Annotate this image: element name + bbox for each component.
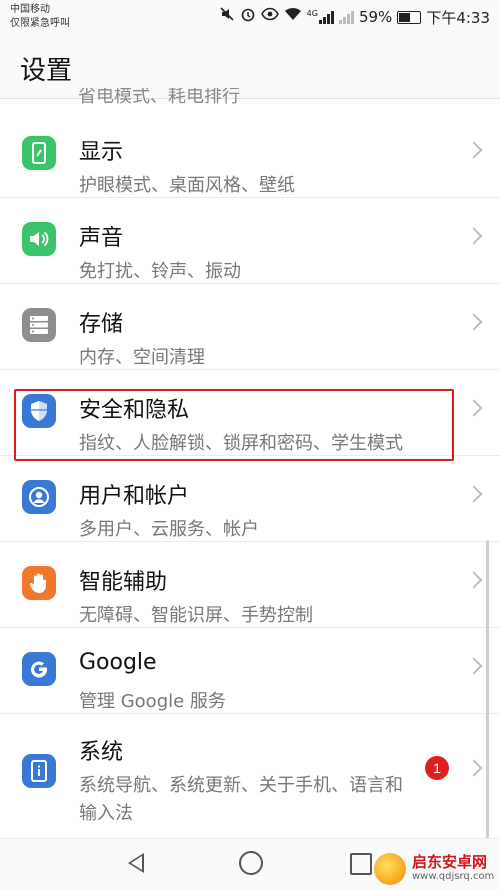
settings-item-system[interactable]: 系统 系统导航、系统更新、关于手机、语言和输入法 1 xyxy=(0,714,500,826)
status-bar: 中国移动 仅限紧急呼叫 4G 59% 下午4:33 xyxy=(0,0,500,36)
watermark-logo-icon xyxy=(374,852,406,885)
home-icon[interactable] xyxy=(239,851,263,875)
chevron-right-icon xyxy=(465,571,483,589)
chevron-right-icon xyxy=(465,759,483,777)
back-icon[interactable] xyxy=(128,853,144,873)
watermark-name: 启东安卓网 xyxy=(412,853,488,871)
page-title: 设置 xyxy=(20,56,73,86)
partial-list-item[interactable]: 省电模式、耗电排行 xyxy=(78,88,240,106)
battery-icon xyxy=(397,10,422,24)
wifi-icon xyxy=(284,7,302,27)
clock: 下午4:33 xyxy=(426,8,490,27)
signal-icon-2 xyxy=(338,10,354,24)
scrollbar[interactable] xyxy=(486,540,489,840)
item-subtitle: 系统导航、系统更新、关于手机、语言和输入法 xyxy=(79,775,403,824)
mute-icon xyxy=(219,6,235,28)
item-title: 显示 xyxy=(79,140,124,165)
item-title: 存储 xyxy=(79,312,124,337)
item-title: Google xyxy=(79,650,157,675)
user-icon xyxy=(22,480,56,514)
chevron-right-icon xyxy=(465,141,483,159)
partial-item-subtitle: 省电模式、耗电排行 xyxy=(78,88,240,106)
settings-item-storage[interactable]: 存储 内存、空间清理 xyxy=(0,284,500,370)
item-subtitle: 无障碍、智能识屏、手势控制 xyxy=(79,605,313,626)
chevron-right-icon xyxy=(465,313,483,331)
watermark: 启东安卓网 www.qdjsrq.com xyxy=(374,848,500,889)
eye-icon xyxy=(260,7,279,27)
system-info-icon xyxy=(22,754,56,788)
watermark-url: www.qdjsrq.com xyxy=(412,871,495,882)
settings-item-google[interactable]: Google 管理 Google 服务 xyxy=(0,628,500,714)
watermark-text: 启东安卓网 www.qdjsrq.com xyxy=(412,854,494,883)
hand-icon xyxy=(22,566,56,600)
item-subtitle: 免打扰、铃声、振动 xyxy=(79,261,241,282)
notification-badge: 1 xyxy=(425,756,449,780)
settings-list: 显示 护眼模式、桌面风格、壁纸 声音 免打扰、铃声、振动 存储 内存、空间清理 … xyxy=(0,112,500,826)
item-title: 智能辅助 xyxy=(79,570,168,595)
settings-item-smart-assistance[interactable]: 智能辅助 无障碍、智能识屏、手势控制 xyxy=(0,542,500,628)
storage-icon xyxy=(22,308,56,342)
carrier-info: 中国移动 仅限紧急呼叫 xyxy=(10,3,70,31)
item-title: 用户和帐户 xyxy=(79,484,190,509)
carrier-name: 中国移动 xyxy=(10,4,50,15)
carrier-status: 仅限紧急呼叫 xyxy=(10,18,70,29)
item-subtitle: 多用户、云服务、帐户 xyxy=(79,519,259,540)
network-type: 4G xyxy=(306,9,318,18)
display-icon xyxy=(22,136,56,170)
item-subtitle: 护眼模式、桌面风格、壁纸 xyxy=(79,175,295,196)
speaker-icon xyxy=(22,222,56,256)
google-icon xyxy=(22,652,56,686)
app-header: 设置 xyxy=(0,36,500,99)
item-subtitle: 管理 Google 服务 xyxy=(79,691,226,712)
settings-item-sound[interactable]: 声音 免打扰、铃声、振动 xyxy=(0,198,500,284)
chevron-right-icon xyxy=(465,399,483,417)
item-title: 声音 xyxy=(79,226,124,251)
chevron-right-icon xyxy=(465,657,483,675)
recent-apps-icon[interactable] xyxy=(350,853,372,875)
settings-item-users-accounts[interactable]: 用户和帐户 多用户、云服务、帐户 xyxy=(0,456,500,542)
item-subtitle: 内存、空间清理 xyxy=(79,347,205,368)
signal-icon: 4G xyxy=(307,10,334,24)
highlight-box xyxy=(14,389,454,461)
item-title: 系统 xyxy=(79,740,124,765)
battery-percent: 59% xyxy=(358,8,393,26)
chevron-right-icon xyxy=(465,227,483,245)
settings-item-display[interactable]: 显示 护眼模式、桌面风格、壁纸 xyxy=(0,112,500,198)
status-icons: 4G 59% 下午4:33 xyxy=(219,7,490,27)
alarm-icon xyxy=(240,6,256,28)
chevron-right-icon xyxy=(465,485,483,503)
